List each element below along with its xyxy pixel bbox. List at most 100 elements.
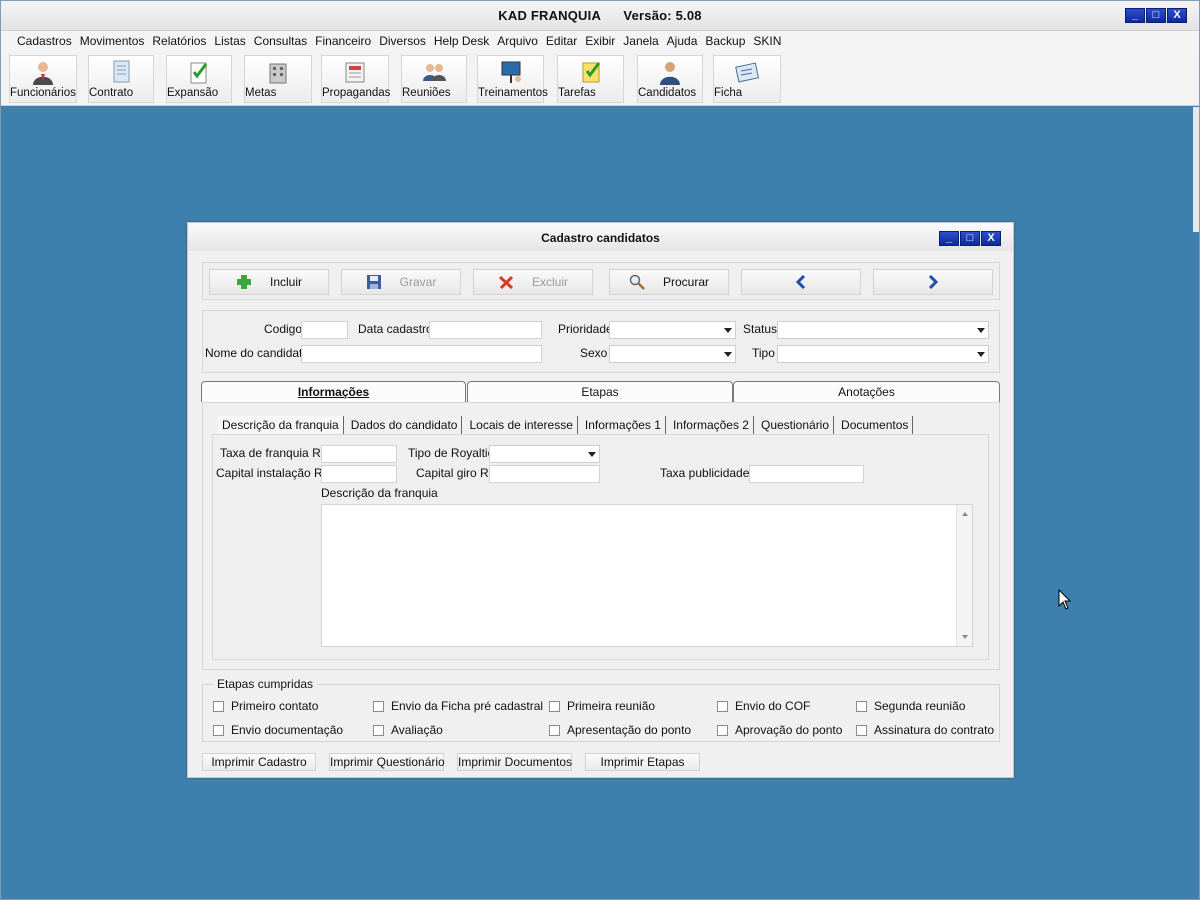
toolbar-reunioes-button[interactable]: Reuniões — [401, 55, 467, 103]
incluir-button[interactable]: Incluir — [209, 269, 329, 295]
tipo-select[interactable] — [777, 345, 989, 363]
toolbar-label: Candidatos — [638, 87, 697, 99]
toolbar-funcionarios-button[interactable]: Funcionários — [9, 55, 77, 103]
subtab-questionario[interactable]: Questionário — [757, 416, 835, 434]
checkbox-envio-cof[interactable]: Envio do COF — [717, 699, 810, 713]
checkbox-assinatura-contrato[interactable]: Assinatura do contrato — [856, 723, 994, 737]
checkbox-segunda-reuniao[interactable]: Segunda reunião — [856, 699, 965, 713]
menu-backup[interactable]: Backup — [701, 31, 749, 51]
menu-listas[interactable]: Listas — [210, 31, 249, 51]
capital-instalacao-label: Capital instalação R$ — [216, 466, 330, 480]
descricao-franquia-memo[interactable] — [321, 504, 973, 647]
codigo-field[interactable] — [301, 321, 348, 339]
main-window: KAD FRANQUIA Versão: 5.08 _ □ X Cadastro… — [0, 0, 1200, 900]
subtab-informacoes-2[interactable]: Informações 2 — [669, 416, 754, 434]
checkbox-envio-documentacao[interactable]: Envio documentação — [213, 723, 343, 737]
menu-diversos[interactable]: Diversos — [375, 31, 430, 51]
menu-exibir[interactable]: Exibir — [581, 31, 619, 51]
toolbar-metas-button[interactable]: Metas — [244, 55, 312, 103]
next-record-button[interactable] — [873, 269, 993, 295]
checkbox-avaliacao[interactable]: Avaliação — [373, 723, 443, 737]
dialog-minimize-button[interactable]: _ — [939, 231, 959, 246]
main-title-bar[interactable]: KAD FRANQUIA Versão: 5.08 _ □ X — [1, 1, 1199, 31]
excluir-button[interactable]: Excluir — [473, 269, 593, 295]
tab-anotacoes[interactable]: Anotações — [733, 381, 1000, 402]
dialog-maximize-button[interactable]: □ — [960, 231, 980, 246]
candidate-icon — [660, 62, 680, 85]
toolbar-propagandas-button[interactable]: Propagandas — [321, 55, 390, 103]
subtab-dados-candidato[interactable]: Dados do candidato — [347, 416, 463, 434]
gravar-button[interactable]: Gravar — [341, 269, 461, 295]
excluir-label: Excluir — [531, 275, 568, 289]
toolbar-ficha-button[interactable]: Ficha — [713, 55, 781, 103]
toolbar-candidatos-button[interactable]: Candidatos — [637, 55, 703, 103]
checkbox-box[interactable] — [856, 700, 867, 712]
menu-skin[interactable]: SKIN — [749, 31, 785, 51]
toolbar-treinamentos-button[interactable]: Treinamentos — [477, 55, 548, 103]
chevron-down-icon — [724, 328, 732, 333]
subtab-documentos[interactable]: Documentos — [837, 416, 914, 434]
main-window-controls: _ □ X — [1125, 8, 1187, 23]
menu-cadastros[interactable]: Cadastros — [13, 31, 76, 51]
sexo-select[interactable] — [609, 345, 736, 363]
imprimir-questionario-button[interactable]: Imprimir Questionário — [329, 753, 445, 771]
status-select[interactable] — [777, 321, 989, 339]
checkbox-box[interactable] — [717, 700, 728, 712]
menu-consultas[interactable]: Consultas — [250, 31, 311, 51]
subtab-locais-interesse[interactable]: Locais de interesse — [465, 416, 578, 434]
checkbox-label: Segunda reunião — [874, 699, 966, 713]
menu-arquivo[interactable]: Arquivo — [493, 31, 542, 51]
checkbox-box[interactable] — [549, 700, 560, 712]
menu-ajuda[interactable]: Ajuda — [663, 31, 702, 51]
subtab-descricao-franquia[interactable]: Descrição da franquia — [218, 416, 344, 434]
toolbar-expansao-button[interactable]: Expansão — [166, 55, 232, 103]
document-icon — [113, 60, 130, 83]
subtab-informacoes-1[interactable]: Informações 1 — [581, 416, 666, 434]
previous-record-button[interactable] — [741, 269, 861, 295]
data-cadastro-field[interactable] — [429, 321, 542, 339]
menu-financeiro[interactable]: Financeiro — [311, 31, 375, 51]
tipo-royaltie-select[interactable] — [489, 445, 600, 463]
nome-candidato-label: Nome do candidato — [205, 346, 310, 360]
imprimir-cadastro-button[interactable]: Imprimir Cadastro — [202, 753, 316, 771]
minimize-button[interactable]: _ — [1125, 8, 1145, 23]
imprimir-etapas-button[interactable]: Imprimir Etapas — [585, 753, 700, 771]
checkbox-primeiro-contato[interactable]: Primeiro contato — [213, 699, 318, 713]
checkbox-box[interactable] — [213, 700, 224, 712]
dialog-close-button[interactable]: X — [981, 231, 1001, 246]
dialog-title-bar[interactable]: Cadastro candidatos _ □ X — [188, 223, 1013, 251]
capital-giro-field[interactable] — [489, 465, 600, 483]
checkbox-aprovacao-ponto[interactable]: Aprovação do ponto — [717, 723, 842, 737]
tab-informacoes[interactable]: Informações — [201, 381, 466, 402]
toolbar-contrato-button[interactable]: Contrato — [88, 55, 154, 103]
tab-etapas[interactable]: Etapas — [467, 381, 733, 402]
toolbar-label: Treinamentos — [478, 87, 548, 99]
toolbar-tarefas-button[interactable]: Tarefas — [557, 55, 624, 103]
checkbox-box[interactable] — [856, 724, 867, 736]
checkbox-box[interactable] — [717, 724, 728, 736]
capital-instalacao-field[interactable] — [321, 465, 397, 483]
prioridade-select[interactable] — [609, 321, 736, 339]
checkbox-box[interactable] — [213, 724, 224, 736]
nome-candidato-field[interactable] — [301, 345, 542, 363]
imprimir-documentos-button[interactable]: Imprimir Documentos — [457, 753, 572, 771]
taxa-franquia-field[interactable] — [321, 445, 397, 463]
chevron-down-icon — [977, 352, 985, 357]
checkbox-apresentacao-ponto[interactable]: Apresentação do ponto — [549, 723, 691, 737]
checkbox-box[interactable] — [373, 700, 384, 712]
maximize-button[interactable]: □ — [1146, 8, 1166, 23]
menu-help-desk[interactable]: Help Desk — [430, 31, 493, 51]
menu-janela[interactable]: Janela — [619, 31, 662, 51]
checkbox-box[interactable] — [549, 724, 560, 736]
checkbox-box[interactable] — [373, 724, 384, 736]
checkbox-primeira-reuniao[interactable]: Primeira reunião — [549, 699, 655, 713]
menu-editar[interactable]: Editar — [542, 31, 581, 51]
menu-relatorios[interactable]: Relatórios — [148, 31, 210, 51]
memo-scrollbar[interactable] — [956, 505, 972, 646]
procurar-button[interactable]: Procurar — [609, 269, 729, 295]
checkbox-envio-ficha[interactable]: Envio da Ficha pré cadastral — [373, 699, 543, 713]
close-button[interactable]: X — [1167, 8, 1187, 23]
checklist-icon — [190, 62, 208, 84]
menu-movimentos[interactable]: Movimentos — [76, 31, 149, 51]
taxa-publicidade-field[interactable] — [749, 465, 864, 483]
